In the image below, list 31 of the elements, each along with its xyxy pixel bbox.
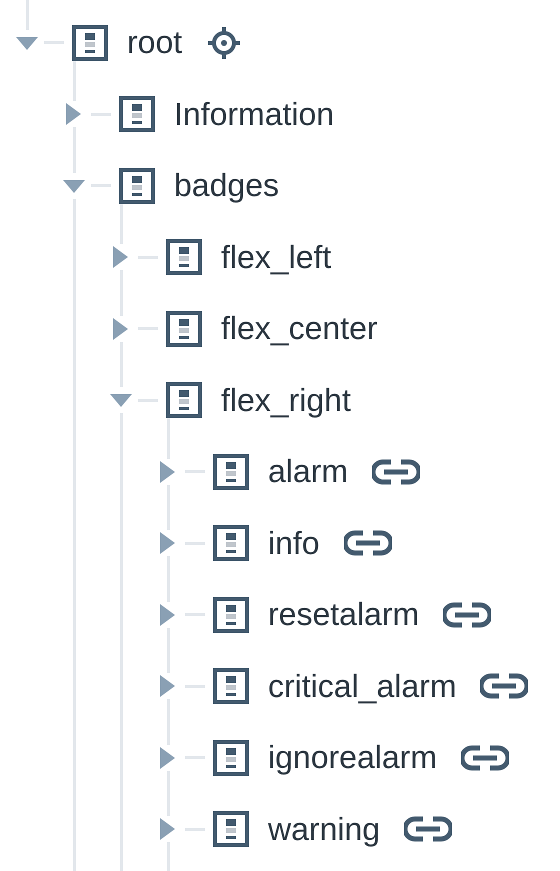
link-icon[interactable] <box>344 530 392 556</box>
node-label[interactable]: flex_left <box>221 238 332 276</box>
component-icon <box>72 24 108 61</box>
component-icon <box>213 525 249 562</box>
component-icon <box>166 310 202 347</box>
node-label[interactable]: critical_alarm <box>268 668 456 705</box>
node-label[interactable]: flex_right <box>221 382 351 419</box>
link-icon[interactable] <box>460 744 509 771</box>
component-icon <box>213 740 249 776</box>
component-icon <box>166 239 202 276</box>
node-label[interactable]: root <box>127 24 182 62</box>
link-icon[interactable] <box>372 458 420 485</box>
node-label[interactable]: alarm <box>268 453 348 490</box>
component-icon <box>119 168 155 204</box>
component-icon <box>213 454 249 490</box>
component-icon <box>213 668 249 704</box>
component-icon <box>213 596 249 633</box>
node-label[interactable]: info <box>268 524 320 562</box>
node-label[interactable]: badges <box>174 167 279 204</box>
node-label[interactable]: ignorealarm <box>268 739 437 776</box>
component-icon <box>166 382 202 418</box>
crosshair-icon[interactable] <box>206 24 242 61</box>
node-label[interactable]: resetalarm <box>268 596 420 634</box>
node-label[interactable]: flex_center <box>221 310 378 348</box>
link-icon[interactable] <box>443 602 492 628</box>
node-label[interactable]: warning <box>268 810 380 848</box>
link-icon[interactable] <box>404 816 452 842</box>
node-label[interactable]: Information <box>174 96 334 133</box>
component-icon <box>213 811 249 848</box>
link-icon[interactable] <box>480 673 528 700</box>
component-icon <box>119 96 155 132</box>
